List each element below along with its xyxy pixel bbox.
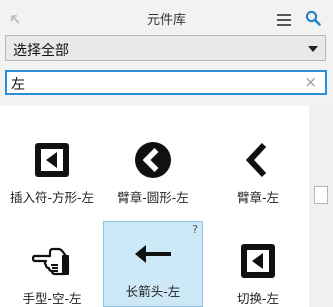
search-icon[interactable] [305,10,321,26]
search-field[interactable]: × [5,70,327,95]
clear-search-icon[interactable]: × [304,75,317,90]
scrollbar-thumb[interactable] [314,186,328,204]
chevron-circle-left-icon [133,140,173,180]
widget-item-label: 切换-左 [236,291,279,306]
panel-header: 元件库 [0,0,333,34]
widget-item-label: 臂章-左 [236,190,279,205]
widget-item-hand-point-left[interactable]: 手型-空-左 [2,213,102,307]
library-select[interactable]: 选择全部 [5,35,326,61]
dropdown-arrow-icon [308,46,318,52]
long-arrow-left-icon [133,234,173,274]
widget-item-label: 手型-空-左 [22,291,82,306]
widget-item-label: 臂章-圆形-左 [117,190,189,205]
widget-item-label: 长箭头-左 [125,284,181,299]
caret-square-left-icon [32,140,72,180]
widget-item-toggle-left[interactable]: 切换-左 [208,213,308,307]
chevron-left-icon [238,140,278,180]
widget-item-label: 插入符-方形-左 [9,190,95,205]
widget-library-panel: 元件库 选择全部 × [0,0,333,307]
widget-item-long-arrow-left[interactable]: ? 长箭头-左 [103,221,203,307]
widget-item-caret-square-left[interactable]: 插入符-方形-左 [2,112,102,207]
library-select-value: 选择全部 [13,43,69,59]
toggle-left-icon [238,241,278,281]
hand-point-left-icon [31,241,72,281]
widget-grid: 插入符-方形-左 臂章-圆形-左 臂章-左 手型-空-左 ? 长箭头-左 切换-… [0,106,309,307]
menu-icon[interactable] [277,11,291,26]
help-icon[interactable]: ? [192,223,198,236]
search-input[interactable] [11,74,291,93]
vertical-scrollbar[interactable] [309,106,333,307]
widget-item-chevron-circle-left[interactable]: 臂章-圆形-左 [103,112,203,207]
widget-item-chevron-left[interactable]: 臂章-左 [208,112,308,207]
